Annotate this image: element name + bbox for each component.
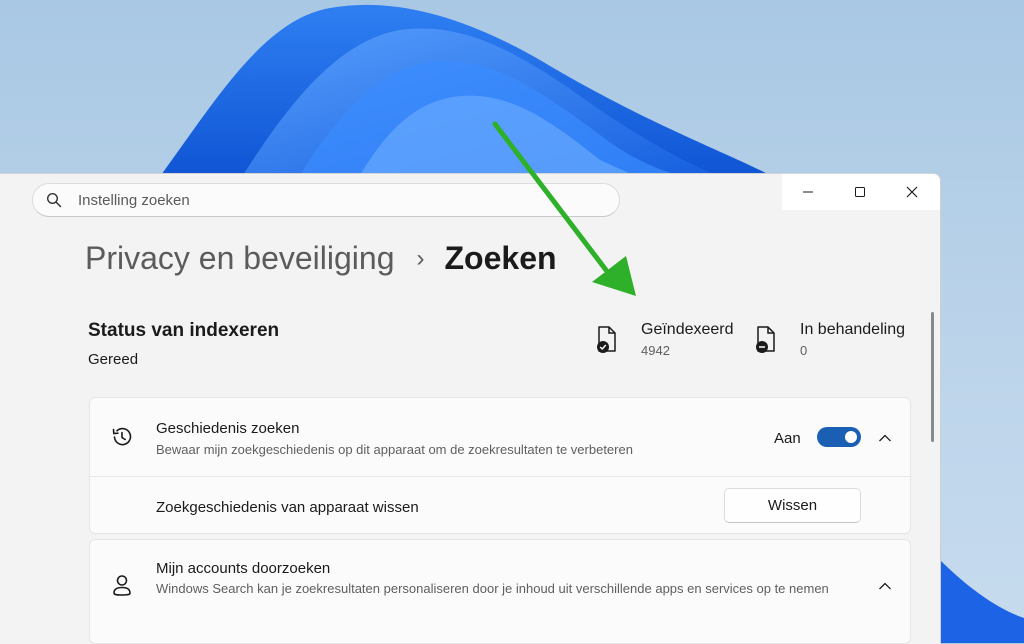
close-button[interactable] xyxy=(886,174,938,210)
close-icon xyxy=(906,186,918,198)
window-controls xyxy=(782,174,940,210)
search-history-description: Bewaar mijn zoekgeschiedenis op dit appa… xyxy=(156,442,633,457)
search-history-card: Geschiedenis zoeken Bewaar mijn zoekgesc… xyxy=(89,397,911,534)
settings-search-box[interactable] xyxy=(32,183,620,217)
page-title: Zoeken xyxy=(444,240,557,276)
search-history-title: Geschiedenis zoeken xyxy=(156,420,300,437)
search-accounts-description: Windows Search kan je zoekresultaten per… xyxy=(156,581,829,596)
indexing-status-value: Gereed xyxy=(88,351,139,368)
breadcrumb-separator: › xyxy=(416,244,425,272)
breadcrumb: Privacy en beveiliging › Zoeken xyxy=(85,240,557,277)
pending-count: 0 xyxy=(800,343,808,358)
search-input[interactable] xyxy=(76,190,580,210)
search-icon xyxy=(46,192,62,208)
toggle-knob xyxy=(845,431,857,443)
history-toggle[interactable] xyxy=(817,427,861,447)
clear-history-label: Zoekgeschiedenis van apparaat wissen xyxy=(156,499,419,516)
breadcrumb-parent-link[interactable]: Privacy en beveiliging xyxy=(85,240,395,277)
vertical-scrollbar[interactable] xyxy=(931,312,934,442)
indexing-status-title: Status van indexeren xyxy=(88,320,280,341)
search-accounts-card[interactable]: Mijn accounts doorzoeken Windows Search … xyxy=(89,539,911,644)
indexed-file-icon xyxy=(597,326,616,353)
history-toggle-label: Aan xyxy=(774,430,801,447)
minimize-button[interactable] xyxy=(782,174,834,210)
maximize-button[interactable] xyxy=(834,174,886,210)
chevron-up-icon[interactable] xyxy=(878,433,892,443)
search-accounts-title: Mijn accounts doorzoeken xyxy=(156,560,331,577)
indexed-count: 4942 xyxy=(641,343,670,358)
pending-label: In behandeling xyxy=(800,321,905,338)
chevron-up-icon[interactable] xyxy=(878,581,892,591)
history-icon xyxy=(112,427,132,446)
clear-history-button[interactable]: Wissen xyxy=(724,488,861,523)
indexed-stat: Geïndexeerd 4942 xyxy=(595,321,734,358)
maximize-icon xyxy=(855,187,865,197)
settings-window: Privacy en beveiliging › Zoeken Status v… xyxy=(0,173,941,644)
pending-file-icon xyxy=(756,326,775,353)
person-icon xyxy=(113,575,131,596)
row-divider xyxy=(90,476,910,477)
pending-stat: In behandeling 0 xyxy=(754,321,905,358)
indexed-label: Geïndexeerd xyxy=(641,321,734,338)
minimize-icon xyxy=(803,191,813,193)
